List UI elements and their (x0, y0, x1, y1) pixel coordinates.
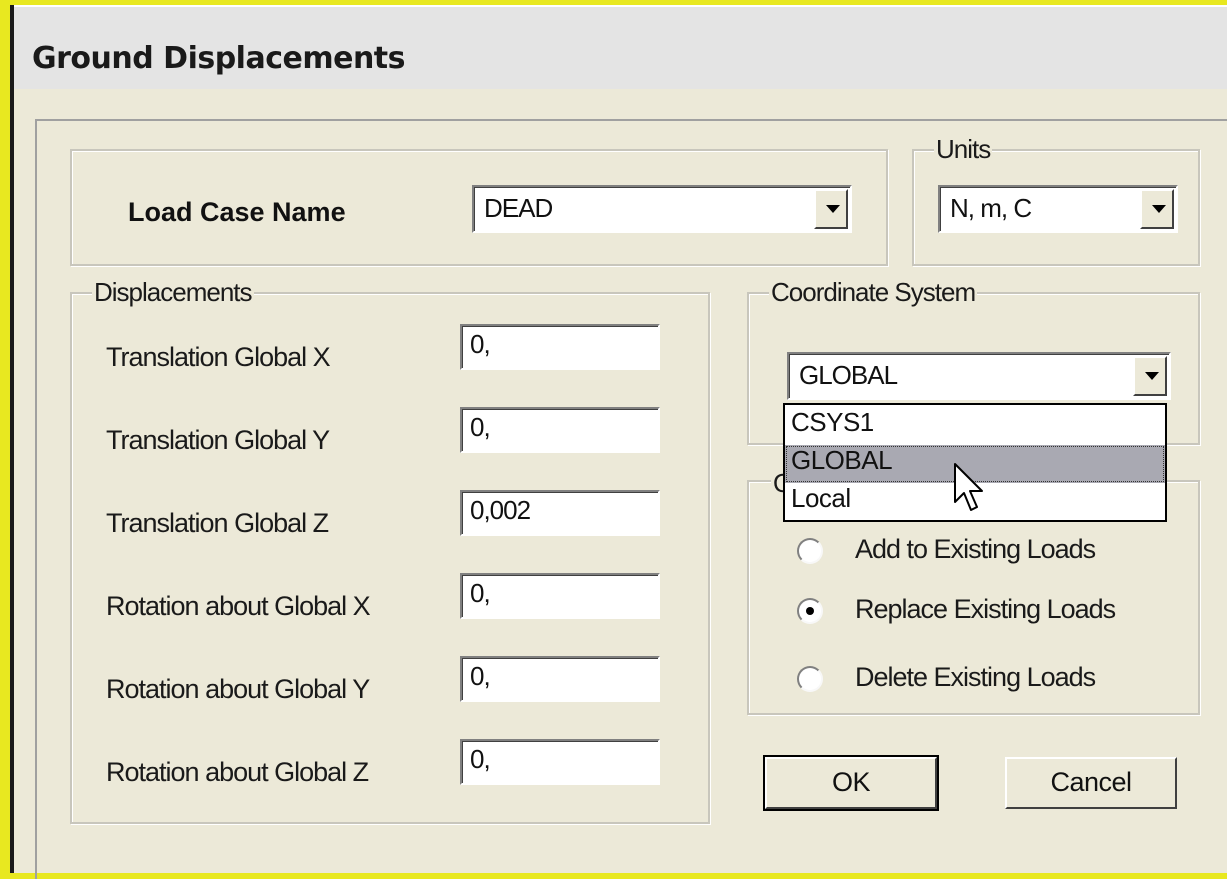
chevron-down-icon[interactable] (1133, 356, 1167, 396)
load-case-group: Load Case Name DEAD (70, 149, 888, 266)
add-to-existing-radio[interactable] (797, 538, 823, 564)
translation-x-label: Translation Global X (106, 342, 331, 372)
rotation-x-input[interactable]: 0, (460, 573, 660, 619)
ok-button[interactable]: OK (763, 755, 939, 811)
coordinate-system-legend: Coordinate System (769, 277, 978, 308)
add-to-existing-label[interactable]: Add to Existing Loads (855, 534, 1096, 565)
displacements-legend: Displacements (92, 277, 254, 308)
units-value: N, m, C (950, 193, 1032, 223)
rotation-z-label: Rotation about Global Z (106, 757, 369, 787)
rotation-y-label: Rotation about Global Y (106, 674, 370, 704)
replace-existing-label[interactable]: Replace Existing Loads (855, 594, 1116, 625)
units-group: Units N, m, C (912, 134, 1200, 266)
translation-y-label: Translation Global Y (106, 425, 330, 455)
rotation-z-input[interactable]: 0, (460, 739, 660, 785)
delete-existing-radio[interactable] (797, 666, 823, 692)
dialog-title: Ground Displacements (32, 41, 406, 76)
replace-existing-radio[interactable] (797, 598, 823, 624)
units-legend: Units (934, 134, 993, 165)
dropdown-option-csys1[interactable]: CSYS1 (785, 407, 1165, 445)
chevron-down-icon[interactable] (1140, 189, 1174, 229)
delete-existing-label[interactable]: Delete Existing Loads (855, 662, 1096, 693)
translation-y-input[interactable]: 0, (460, 407, 660, 453)
rotation-x-label: Rotation about Global X (106, 591, 371, 621)
mouse-pointer-icon (954, 463, 983, 511)
coordinate-system-value: GLOBAL (799, 360, 898, 390)
displacements-group: Displacements Translation Global X 0, Tr… (70, 277, 710, 824)
title-bar[interactable]: Ground Displacements (12, 7, 1227, 89)
translation-z-input[interactable]: 0,002 (460, 490, 660, 536)
cancel-button[interactable]: Cancel (1005, 757, 1177, 809)
rotation-y-input[interactable]: 0, (460, 656, 660, 702)
load-case-label: Load Case Name (128, 197, 346, 227)
translation-z-label: Translation Global Z (106, 508, 329, 538)
load-case-combo[interactable]: DEAD (472, 185, 852, 233)
translation-x-input[interactable]: 0, (460, 324, 660, 370)
units-combo[interactable]: N, m, C (938, 185, 1178, 233)
coordinate-system-combo[interactable]: GLOBAL (787, 352, 1171, 400)
load-case-value: DEAD (484, 193, 553, 223)
window-edge (10, 5, 14, 873)
chevron-down-icon[interactable] (814, 189, 848, 229)
